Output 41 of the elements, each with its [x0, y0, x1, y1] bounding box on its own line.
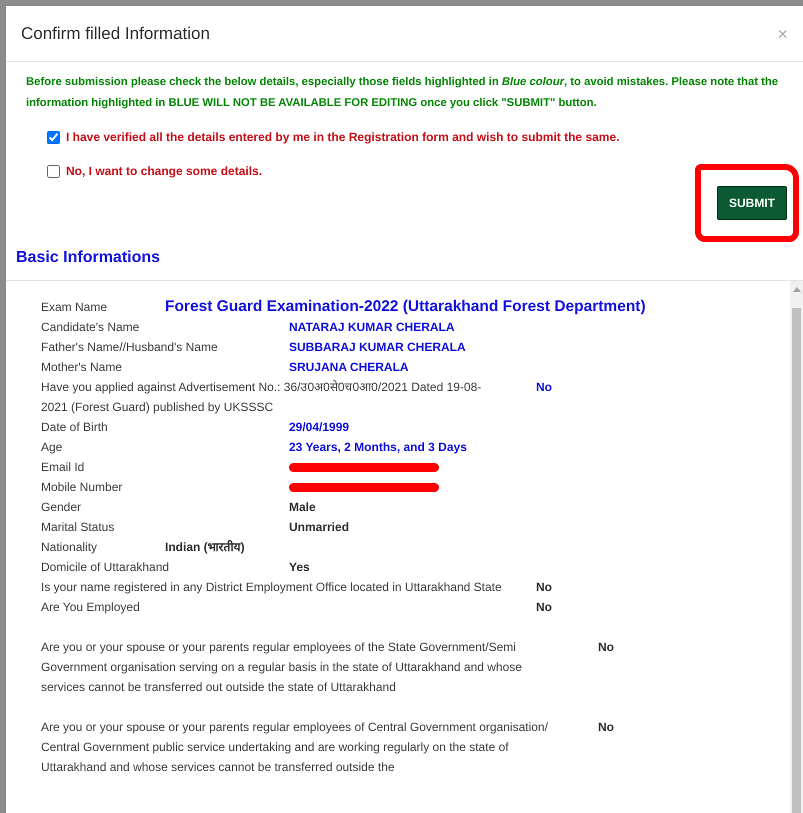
option-label: No, I want to change some details. — [66, 163, 262, 180]
field-value: Unmarried — [289, 519, 350, 536]
field-value: No — [536, 579, 552, 596]
field-value: SRUJANA CHERALA — [289, 359, 409, 376]
section-title: Basic Informations — [15, 248, 162, 268]
field-value: No — [598, 719, 614, 736]
field-label: Mobile Number — [41, 479, 124, 496]
field-value: NATARAJ KUMAR CHERALA — [289, 319, 455, 336]
field-value: 29/04/1999 — [289, 419, 350, 436]
option-label: I have verified all the details entered by me in the Registration form and wish to submit the same. — [66, 129, 620, 146]
field-value: No — [536, 599, 552, 616]
field-label: Gender — [41, 499, 82, 516]
field-label: Nationality — [41, 539, 98, 556]
field-label: Are you or your spouse or your parents regular employees of Central Government organisation/ Central Government public service undertaking and are working regularly on the state of Uttarakhand and whose services cannot be transferred outside the — [41, 719, 549, 776]
field-value: No — [536, 379, 552, 396]
modal-title: Confirm filled Information — [21, 22, 210, 45]
field-label: Mother's Name — [41, 359, 123, 376]
field-value: SUBBARAJ KUMAR CHERALA — [289, 339, 466, 356]
notice-text: Before submission please check the below details, especially those fields highlighted in Blue colour, to avoid mistakes. Please note that the information highlighted in BLUE WILL NOT BE AVAILABLE FOR EDITING once you click "SUBMIT" button. — [25, 75, 780, 111]
field-value: No — [598, 639, 614, 656]
field-value: Yes — [289, 559, 310, 576]
field-label: Domicile of Uttarakhand — [41, 559, 170, 576]
field-label: Is your name registered in any District Employment Office located in Uttarakhand State — [41, 579, 503, 596]
field-label: Are you or your spouse or your parents regular employees of the State Government/Semi Government organisation serving on a regular basis in the state of Uttarakhand and whose services cannot be transferred out outside the state of Uttarakhand — [41, 639, 523, 696]
scrollbar[interactable] — [790, 281, 803, 813]
field-value: Male — [289, 499, 316, 516]
field-value: Indian (भारतीय) — [165, 539, 245, 556]
field-label: Candidate's Name — [41, 319, 140, 336]
field-label: Have you applied against Advertisement No.: 36/उ0अ0से0च0आ0/2021 Dated 19-08-2021 (Forest Guard) published by UKSSSC — [41, 379, 482, 416]
field-label: Marital Status — [41, 519, 116, 536]
field-value: Forest Guard Examination-2022 (Uttarakhand Forest Department) — [165, 297, 646, 317]
checkbox[interactable] — [47, 130, 60, 144]
field-label: Father's Name//Husband's Name — [41, 339, 219, 356]
field-label: Exam Name — [41, 299, 108, 316]
field-label: Are You Employed — [41, 599, 141, 616]
field-label: Date of Birth — [41, 419, 109, 436]
submit-button[interactable]: SUBMIT — [717, 186, 787, 220]
field-value: 23 Years, 2 Months, and 3 Days — [289, 439, 467, 456]
field-label: Email Id — [41, 459, 86, 476]
field-label: Age — [41, 439, 64, 456]
checkbox[interactable] — [47, 164, 60, 178]
